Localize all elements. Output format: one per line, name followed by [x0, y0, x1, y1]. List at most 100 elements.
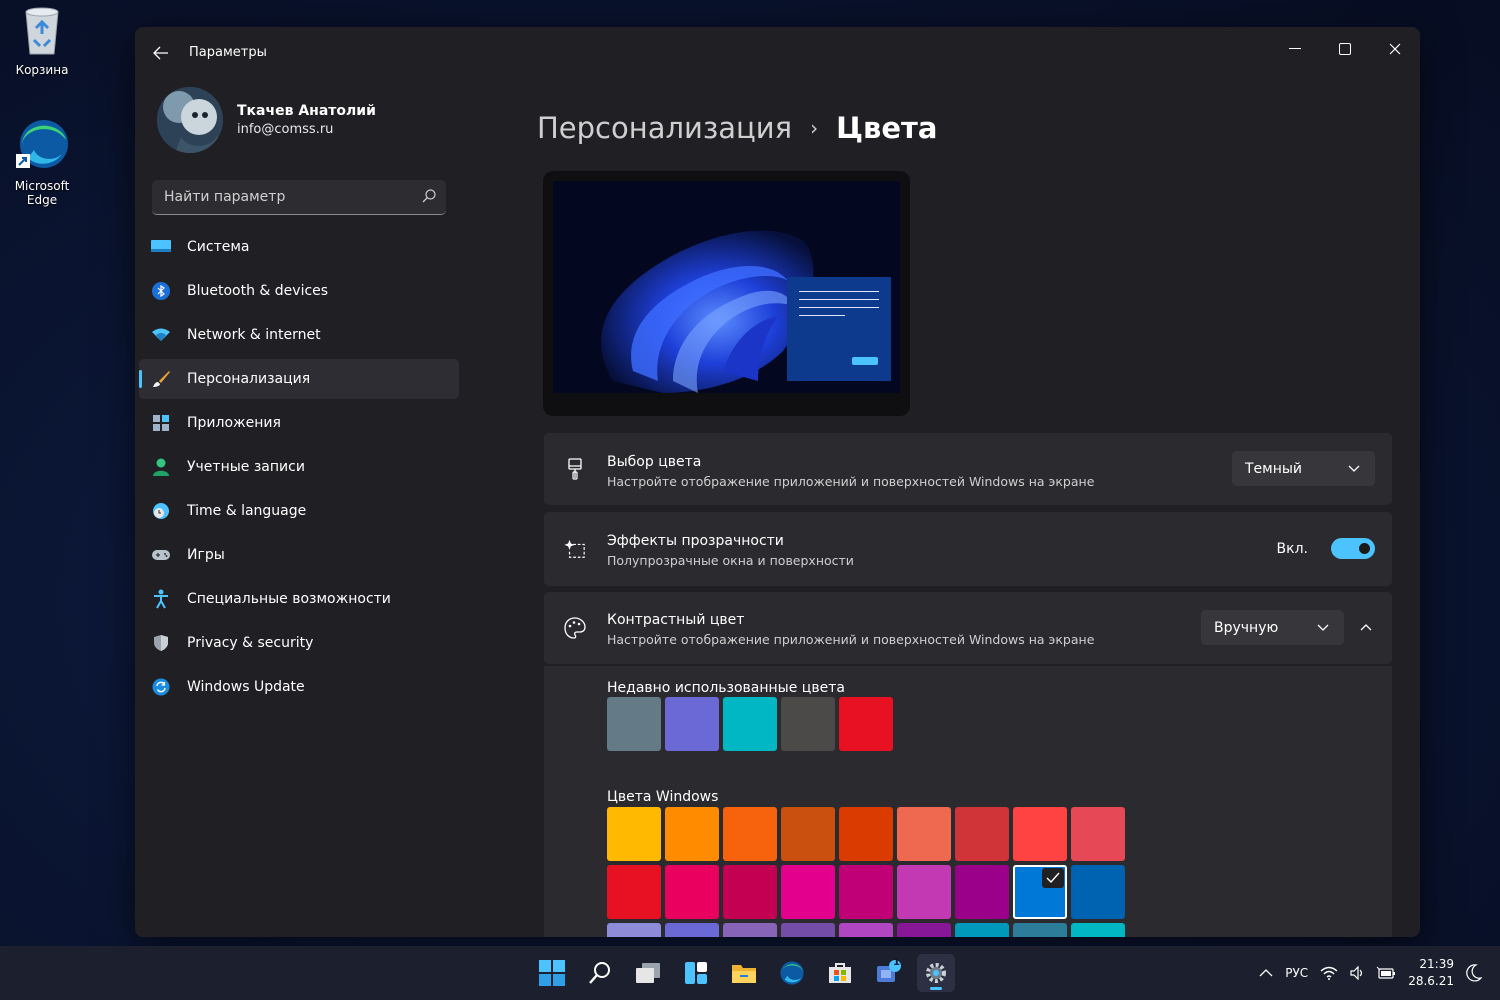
brush-icon [151, 369, 171, 389]
sidebar-item-label: Учетные записи [187, 459, 305, 475]
taskbar-search-button[interactable] [581, 954, 619, 992]
color-swatch[interactable] [723, 865, 777, 919]
close-button[interactable] [1372, 33, 1418, 65]
color-swatch[interactable] [723, 923, 777, 937]
desktop-icon-recycle-bin[interactable]: Корзина [0, 6, 84, 77]
color-swatch[interactable] [781, 697, 835, 751]
sidebar-item-apps[interactable]: Приложения [139, 403, 459, 443]
paint-brush-icon [564, 458, 586, 480]
color-swatch[interactable] [1071, 865, 1125, 919]
desktop-icon-edge[interactable]: Microsoft Edge [0, 116, 84, 207]
show-hidden-icons-icon[interactable] [1259, 968, 1273, 978]
color-mode-card: Выбор цвета Настройте отображение прилож… [544, 433, 1392, 505]
color-swatch[interactable] [1071, 807, 1125, 861]
color-swatch[interactable] [955, 865, 1009, 919]
sidebar-item-personalization[interactable]: Персонализация [139, 359, 459, 399]
user-profile[interactable]: Ткачев Анатолий info@comss.ru [157, 87, 376, 153]
color-swatch[interactable] [723, 697, 777, 751]
back-button[interactable] [149, 41, 173, 65]
system-tray: РУС 21:39 28.6.21 [1259, 954, 1482, 992]
sidebar-item-network[interactable]: Network & internet [139, 315, 459, 355]
task-view-button[interactable] [629, 954, 667, 992]
maximize-button[interactable] [1322, 33, 1368, 65]
widgets-icon [685, 962, 707, 984]
transparency-title: Эффекты прозрачности [607, 533, 784, 549]
settings-window: Параметры Ткачев Анатолий info@comss.ru [135, 27, 1420, 937]
sidebar-item-label: Bluetooth & devices [187, 283, 329, 299]
color-swatch[interactable] [781, 923, 835, 937]
settings-icon [926, 963, 946, 983]
color-swatch[interactable] [607, 865, 661, 919]
color-swatch[interactable] [607, 697, 661, 751]
color-swatch[interactable] [607, 923, 661, 937]
sidebar-item-label: Time & language [187, 503, 307, 519]
collapse-button[interactable] [1354, 616, 1378, 640]
breadcrumb-parent[interactable]: Персонализация [537, 111, 792, 145]
transparency-toggle[interactable] [1331, 538, 1375, 559]
chevron-up-icon [1360, 624, 1372, 631]
system-icon [151, 237, 171, 257]
color-swatch[interactable] [839, 807, 893, 861]
search-icon[interactable] [422, 189, 436, 203]
color-swatch[interactable] [839, 923, 893, 937]
accessibility-icon [151, 589, 171, 609]
color-swatch[interactable] [897, 807, 951, 861]
volume-icon[interactable] [1350, 966, 1364, 980]
sidebar-item-label: Специальные возможности [187, 591, 391, 607]
color-swatch[interactable] [897, 865, 951, 919]
color-swatch[interactable] [607, 807, 661, 861]
color-swatch[interactable] [839, 697, 893, 751]
color-swatch[interactable] [839, 865, 893, 919]
sidebar-item-gaming[interactable]: Игры [139, 535, 459, 575]
color-swatch[interactable] [665, 923, 719, 937]
profile-name: Ткачев Анатолий [237, 103, 376, 119]
settings-button[interactable] [917, 954, 955, 992]
clock[interactable]: 21:39 28.6.21 [1408, 956, 1454, 990]
chevron-down-icon [1317, 624, 1329, 631]
color-swatch[interactable] [955, 923, 1009, 937]
color-swatch[interactable] [665, 697, 719, 751]
minimize-button[interactable] [1272, 33, 1318, 65]
maximize-icon [1339, 43, 1351, 55]
color-swatch[interactable] [955, 807, 1009, 861]
focus-assist-moon-icon[interactable] [1466, 964, 1482, 982]
battery-icon[interactable] [1376, 966, 1396, 980]
color-swatch[interactable] [723, 807, 777, 861]
start-button[interactable] [533, 954, 571, 992]
gamepad-icon [151, 545, 171, 565]
sidebar-item-privacy[interactable]: Privacy & security [139, 623, 459, 663]
edge-button[interactable] [773, 954, 811, 992]
file-explorer-button[interactable] [725, 954, 763, 992]
color-swatch[interactable] [1013, 865, 1067, 919]
color-swatch[interactable] [1013, 807, 1067, 861]
apps-icon [151, 413, 171, 433]
chat-button[interactable]: 1 [869, 954, 907, 992]
recent-colors-label: Недавно использованные цвета [607, 680, 845, 696]
search-box [152, 180, 446, 215]
sidebar-item-accounts[interactable]: Учетные записи [139, 447, 459, 487]
search-icon [589, 962, 610, 984]
color-swatch[interactable] [781, 807, 835, 861]
color-swatch[interactable] [781, 865, 835, 919]
store-icon [829, 963, 851, 983]
language-indicator[interactable]: РУС [1285, 966, 1308, 980]
color-swatch[interactable] [1071, 923, 1125, 937]
color-mode-dropdown[interactable]: Темный [1232, 451, 1375, 486]
sidebar-item-windows-update[interactable]: Windows Update [139, 667, 459, 707]
transparency-state-label: Вкл. [1276, 541, 1308, 557]
sidebar-item-system[interactable]: Система [139, 227, 459, 267]
accent-color-dropdown[interactable]: Вручную [1201, 610, 1344, 645]
sidebar-item-time-language[interactable]: Time & language [139, 491, 459, 531]
store-button[interactable] [821, 954, 859, 992]
widgets-button[interactable] [677, 954, 715, 992]
sidebar-item-accessibility[interactable]: Специальные возможности [139, 579, 459, 619]
color-swatch[interactable] [1013, 923, 1067, 937]
sidebar-item-bluetooth[interactable]: Bluetooth & devices [139, 271, 459, 311]
accent-color-card: Контрастный цвет Настройте отображение п… [544, 592, 1392, 664]
color-swatch[interactable] [897, 923, 951, 937]
search-input[interactable] [152, 180, 446, 214]
wifi-icon[interactable] [1320, 966, 1338, 980]
color-swatch[interactable] [665, 807, 719, 861]
update-icon [151, 677, 171, 697]
color-swatch[interactable] [665, 865, 719, 919]
